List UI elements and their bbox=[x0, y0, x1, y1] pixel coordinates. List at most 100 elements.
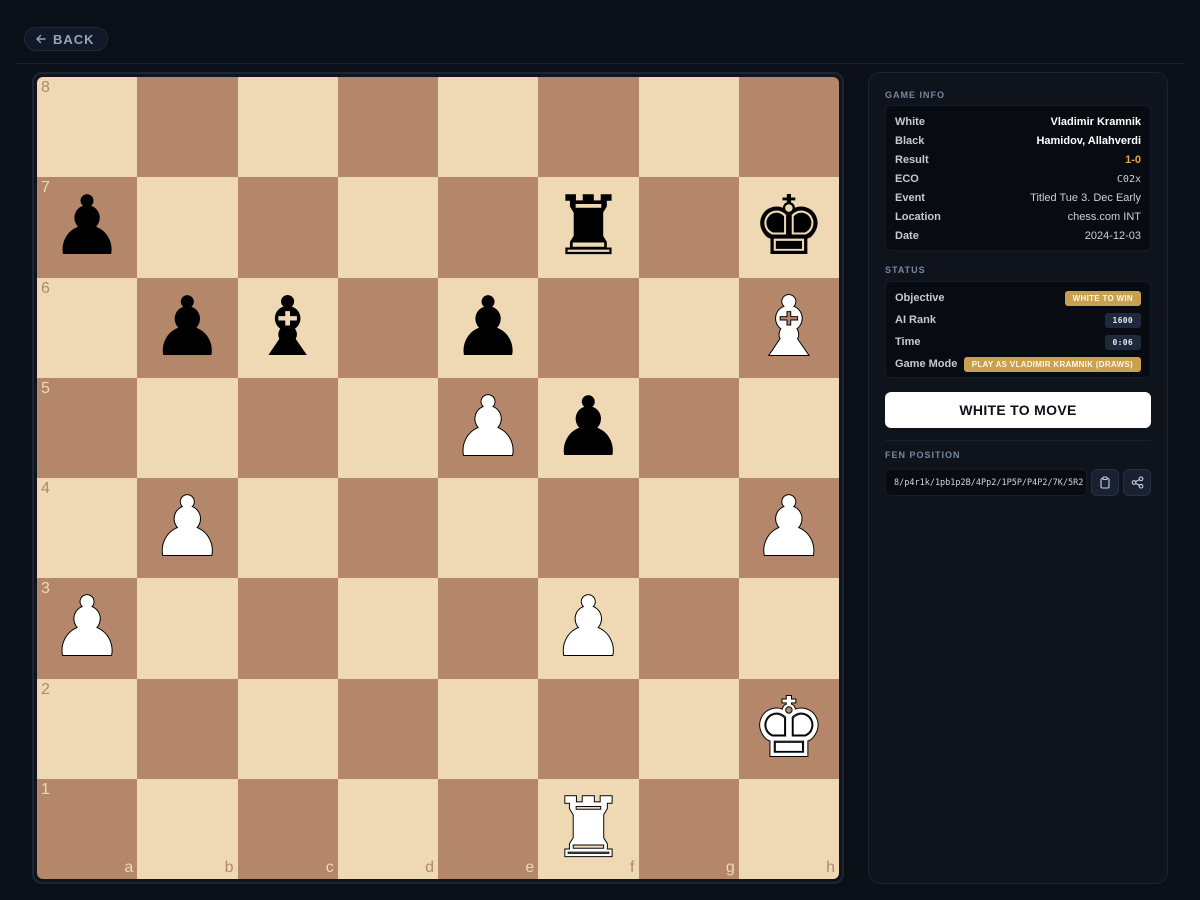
square-a8[interactable]: 8 bbox=[37, 77, 138, 178]
black-rook[interactable]: ♜ bbox=[538, 177, 638, 277]
copy-fen-button[interactable] bbox=[1091, 469, 1119, 496]
info-key: White bbox=[895, 116, 925, 128]
black-pawn[interactable]: ♟ bbox=[438, 278, 538, 378]
square-b1[interactable]: b bbox=[137, 778, 238, 879]
square-a2[interactable]: 2 bbox=[37, 678, 138, 779]
square-f2[interactable] bbox=[538, 678, 639, 779]
share-fen-button[interactable] bbox=[1123, 469, 1151, 496]
square-g2[interactable] bbox=[638, 678, 739, 779]
square-a3[interactable]: 3 ♟ bbox=[37, 578, 138, 679]
black-player: Hamidov, Allahverdi bbox=[1036, 135, 1141, 147]
square-d3[interactable] bbox=[337, 578, 438, 679]
square-h4[interactable]: ♟ bbox=[738, 478, 839, 579]
square-a6[interactable]: 6 bbox=[37, 277, 138, 378]
square-g4[interactable] bbox=[638, 478, 739, 579]
turn-indicator-button[interactable]: WHITE TO MOVE bbox=[885, 392, 1151, 428]
square-h5[interactable] bbox=[738, 377, 839, 478]
eco-value: C02x bbox=[1116, 173, 1141, 185]
square-a5[interactable]: 5 bbox=[37, 377, 138, 478]
back-button[interactable]: BACK bbox=[24, 27, 108, 51]
square-e5[interactable]: ♟ bbox=[438, 377, 539, 478]
square-e1[interactable]: e bbox=[438, 778, 539, 879]
square-d6[interactable] bbox=[337, 277, 438, 378]
square-c2[interactable] bbox=[237, 678, 338, 779]
square-c5[interactable] bbox=[237, 377, 338, 478]
square-b7[interactable] bbox=[137, 177, 238, 278]
square-h3[interactable] bbox=[738, 578, 839, 679]
status-row-game-mode: Game Mode PLAY AS VLADIMIR KRAMNIK (DRAW… bbox=[895, 355, 1141, 373]
square-c3[interactable] bbox=[237, 578, 338, 679]
square-e8[interactable] bbox=[438, 77, 539, 178]
square-e3[interactable] bbox=[438, 578, 539, 679]
square-f8[interactable] bbox=[538, 77, 639, 178]
square-a1[interactable]: 1a bbox=[37, 778, 138, 879]
white-rook[interactable]: ♜ bbox=[538, 779, 638, 879]
square-h1[interactable]: h bbox=[738, 778, 839, 879]
file-label: a bbox=[124, 859, 134, 876]
square-h7[interactable]: ♚ bbox=[738, 177, 839, 278]
square-b2[interactable] bbox=[137, 678, 238, 779]
black-pawn[interactable]: ♟ bbox=[37, 177, 137, 277]
square-g3[interactable] bbox=[638, 578, 739, 679]
white-pawn[interactable]: ♟ bbox=[37, 578, 137, 678]
square-c8[interactable] bbox=[237, 77, 338, 178]
square-b3[interactable] bbox=[137, 578, 238, 679]
square-g1[interactable]: g bbox=[638, 778, 739, 879]
white-bishop[interactable]: ♝ bbox=[739, 278, 839, 378]
square-c6[interactable]: ♝ bbox=[237, 277, 338, 378]
square-d1[interactable]: d bbox=[337, 778, 438, 879]
square-b4[interactable]: ♟ bbox=[137, 478, 238, 579]
location-value: chess.com INT bbox=[1067, 211, 1141, 223]
white-pawn[interactable]: ♟ bbox=[538, 578, 638, 678]
square-f4[interactable] bbox=[538, 478, 639, 579]
square-d8[interactable] bbox=[337, 77, 438, 178]
share-icon bbox=[1131, 476, 1144, 489]
chess-board[interactable]: 8 7 ♟ ♜ ♚ 6 ♟ ♝ ♟ ♝ 5 ♟ ♟ 4 ♟ ♟ 3 ♟ ♟ 2 ♚ 1 a b c d e f ♜ g h bbox=[37, 77, 839, 879]
square-e6[interactable]: ♟ bbox=[438, 277, 539, 378]
square-c4[interactable] bbox=[237, 478, 338, 579]
square-h2[interactable]: ♚ bbox=[738, 678, 839, 779]
black-king[interactable]: ♚ bbox=[739, 177, 839, 277]
square-g7[interactable] bbox=[638, 177, 739, 278]
square-c7[interactable] bbox=[237, 177, 338, 278]
square-f3[interactable]: ♟ bbox=[538, 578, 639, 679]
white-king[interactable]: ♚ bbox=[739, 679, 839, 779]
square-d5[interactable] bbox=[337, 377, 438, 478]
square-c1[interactable]: c bbox=[237, 778, 338, 879]
square-f5[interactable]: ♟ bbox=[538, 377, 639, 478]
back-button-label: BACK bbox=[53, 31, 95, 47]
square-b5[interactable] bbox=[137, 377, 238, 478]
square-b8[interactable] bbox=[137, 77, 238, 178]
file-label: b bbox=[224, 859, 234, 876]
rank-label: 5 bbox=[41, 379, 50, 397]
square-f6[interactable] bbox=[538, 277, 639, 378]
square-e4[interactable] bbox=[438, 478, 539, 579]
square-a7[interactable]: 7 ♟ bbox=[37, 177, 138, 278]
square-g6[interactable] bbox=[638, 277, 739, 378]
event-value: Titled Tue 3. Dec Early bbox=[1030, 192, 1141, 204]
time-badge: 0:06 bbox=[1104, 334, 1141, 350]
square-d2[interactable] bbox=[337, 678, 438, 779]
square-d7[interactable] bbox=[337, 177, 438, 278]
square-e7[interactable] bbox=[438, 177, 539, 278]
square-b6[interactable]: ♟ bbox=[137, 277, 238, 378]
fen-field[interactable]: 8/p4r1k/1pb1p2B/4Pp2/1P5P/P4P2/7K/5R2 bbox=[885, 469, 1087, 496]
square-f1[interactable]: f ♜ bbox=[538, 778, 639, 879]
square-g5[interactable] bbox=[638, 377, 739, 478]
square-a4[interactable]: 4 bbox=[37, 478, 138, 579]
white-pawn[interactable]: ♟ bbox=[137, 478, 237, 578]
white-pawn[interactable]: ♟ bbox=[739, 478, 839, 578]
info-key: ECO bbox=[895, 173, 919, 185]
info-row-black: Black Hamidov, Allahverdi bbox=[895, 133, 1141, 149]
black-pawn[interactable]: ♟ bbox=[137, 278, 237, 378]
info-row-date: Date 2024-12-03 bbox=[895, 228, 1141, 244]
square-f7[interactable]: ♜ bbox=[538, 177, 639, 278]
square-d4[interactable] bbox=[337, 478, 438, 579]
black-pawn[interactable]: ♟ bbox=[538, 378, 638, 478]
square-e2[interactable] bbox=[438, 678, 539, 779]
square-h8[interactable] bbox=[738, 77, 839, 178]
white-pawn[interactable]: ♟ bbox=[438, 378, 538, 478]
square-h6[interactable]: ♝ bbox=[738, 277, 839, 378]
black-bishop[interactable]: ♝ bbox=[238, 278, 338, 378]
square-g8[interactable] bbox=[638, 77, 739, 178]
